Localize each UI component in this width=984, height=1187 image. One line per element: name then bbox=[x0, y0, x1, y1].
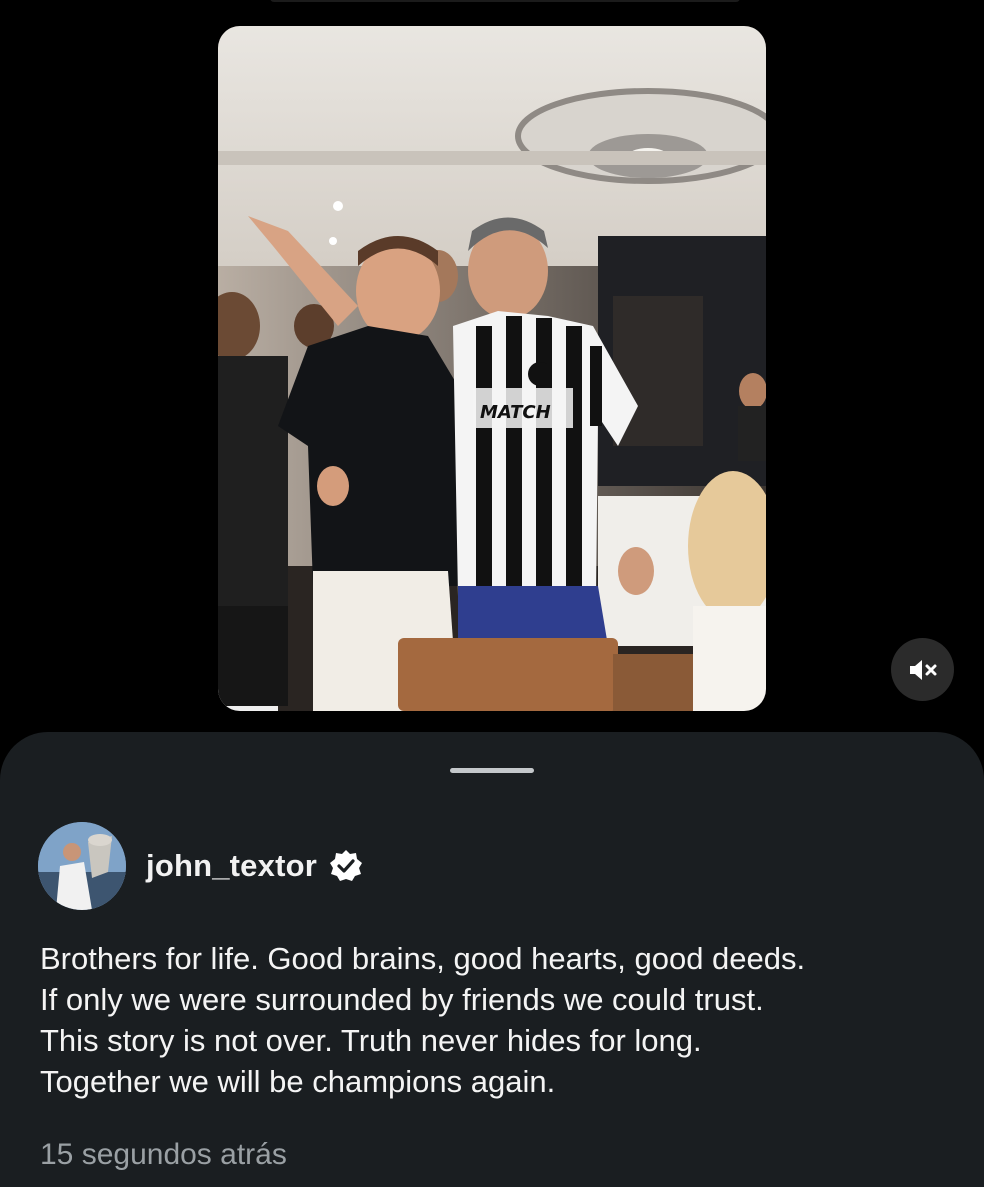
sheet-drag-handle[interactable] bbox=[450, 768, 534, 773]
story-photo-image: MATCH bbox=[218, 26, 766, 711]
avatar-image bbox=[38, 822, 126, 910]
post-caption: Brothers for life. Good brains, good hea… bbox=[40, 938, 960, 1102]
post-timestamp: 15 segundos atrás bbox=[40, 1138, 287, 1171]
caption-line: This story is not over. Truth never hide… bbox=[40, 1023, 702, 1058]
top-sheet-edge bbox=[270, 0, 740, 2]
svg-text:MATCH: MATCH bbox=[480, 402, 551, 423]
mute-toggle-button[interactable] bbox=[891, 638, 954, 701]
speaker-muted-icon bbox=[909, 659, 936, 680]
caption-sheet: john_textor Brothers for life. Good brai… bbox=[0, 732, 984, 1187]
caption-line: If only we were surrounded by friends we… bbox=[40, 982, 764, 1017]
story-viewer: MATCH john_textor Brothers for life. Goo… bbox=[0, 0, 984, 1187]
author-row: john_textor bbox=[38, 821, 363, 911]
caption-line: Together we will be champions again. bbox=[40, 1064, 556, 1099]
avatar[interactable] bbox=[38, 822, 126, 910]
caption-line: Brothers for life. Good brains, good hea… bbox=[40, 941, 806, 976]
story-photo[interactable]: MATCH bbox=[218, 26, 766, 711]
verified-badge-icon bbox=[329, 849, 363, 883]
username[interactable]: john_textor bbox=[146, 848, 317, 884]
